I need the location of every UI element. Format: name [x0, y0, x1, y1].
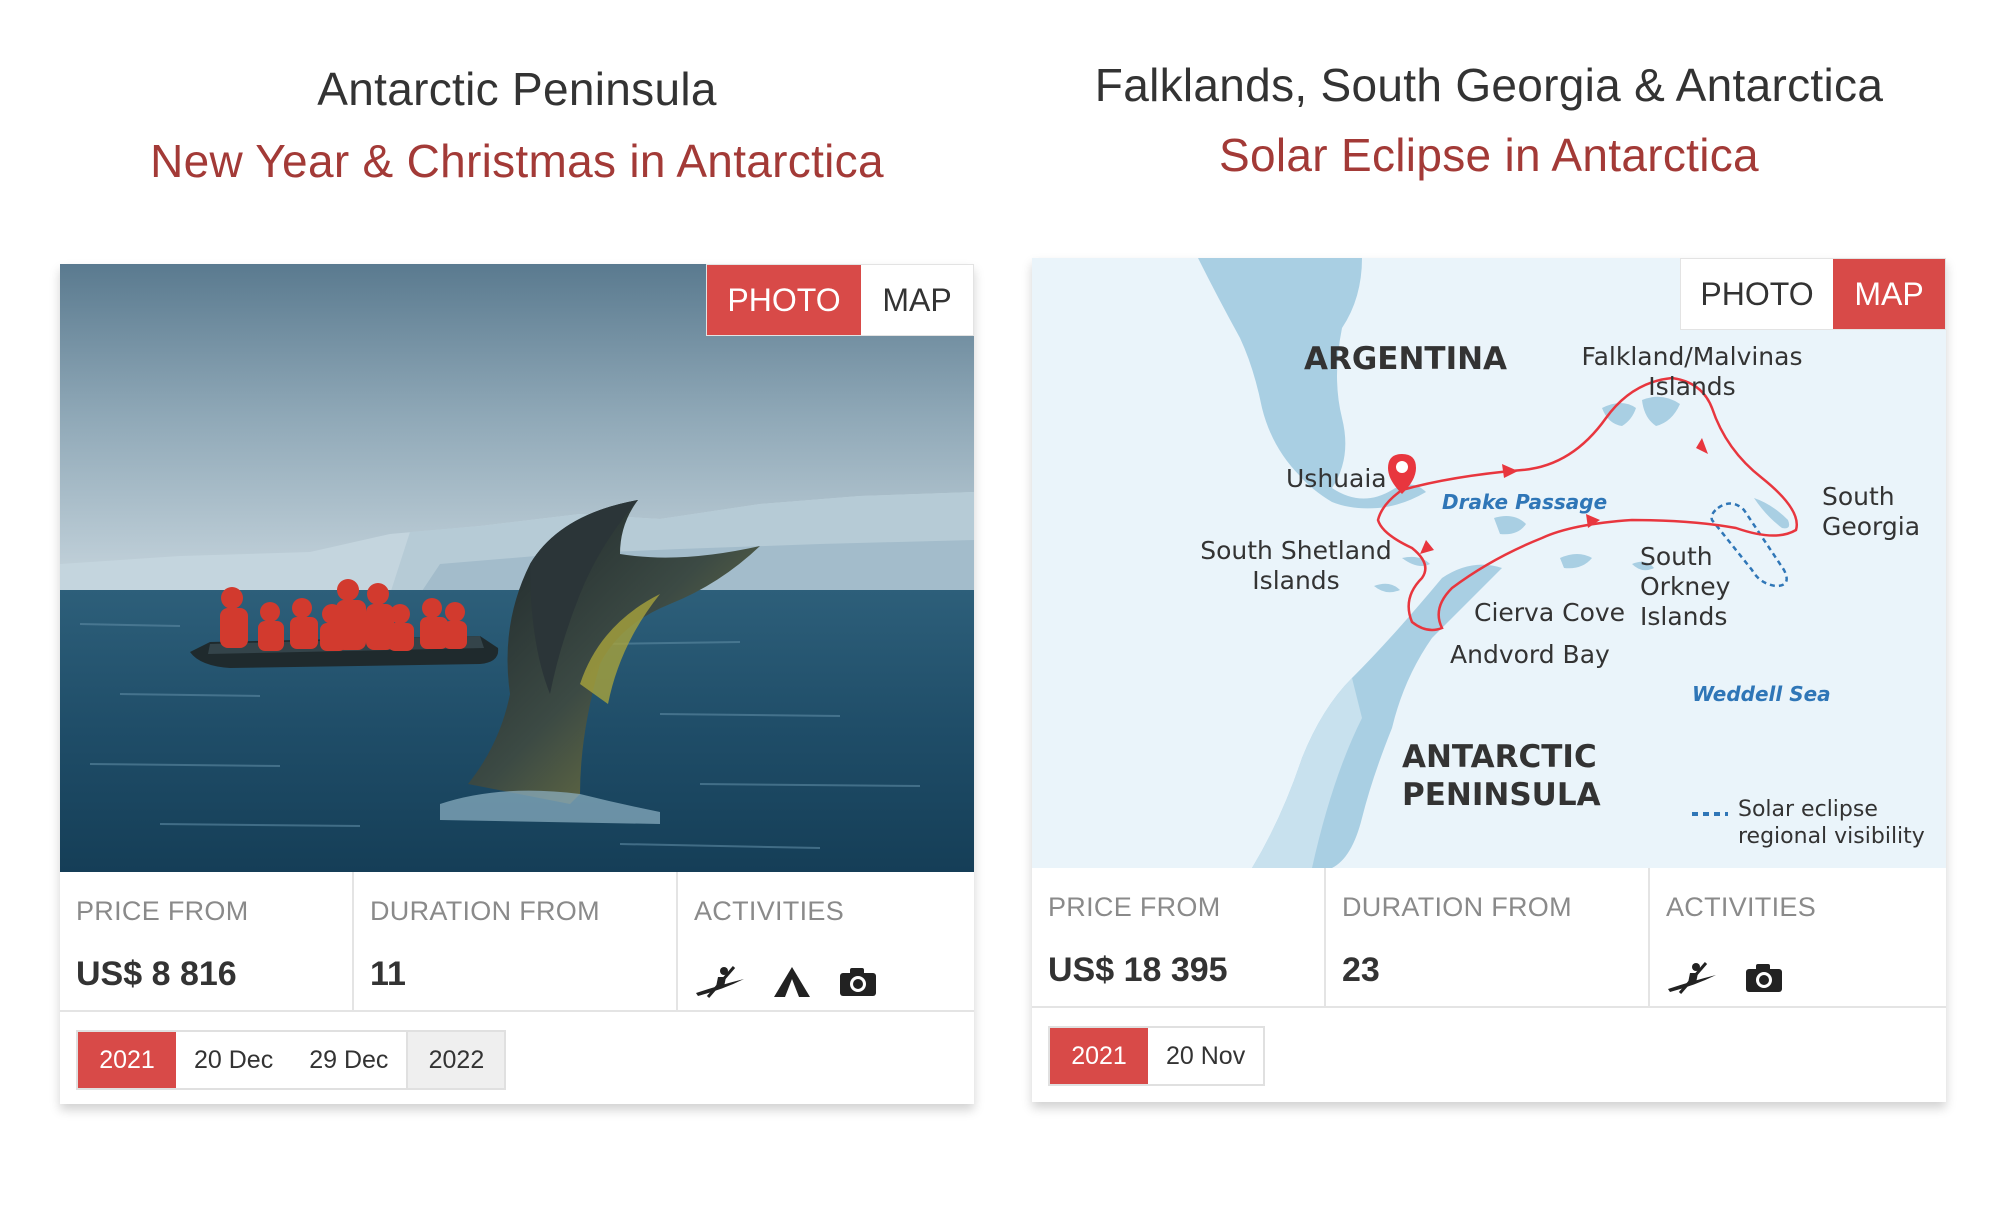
- media-toggle: PHOTO MAP: [1680, 258, 1946, 330]
- trip-info-row: PRICE FROM US$ 18 395 DURATION FROM 23 A…: [1032, 868, 1946, 1008]
- price-label: PRICE FROM: [76, 896, 249, 926]
- media-toggle: PHOTO MAP: [706, 264, 974, 336]
- trip-card: ARGENTINA Falkland/Malvinas Islands Ushu…: [1032, 258, 1946, 1102]
- camping-icon: [774, 967, 810, 997]
- activities-label: ACTIVITIES: [1666, 892, 1817, 922]
- map-label-falklands: Falkland/Malvinas Islands: [1581, 342, 1803, 401]
- departure-dates: 2021 20 Nov: [1048, 1026, 1266, 1086]
- map-label-antarctic-peninsula: ANTARCTIC PENINSULA: [1402, 739, 1601, 813]
- map-label-south-georgia: South Georgia: [1822, 482, 1921, 541]
- activities-cell: ACTIVITIES: [678, 872, 974, 1012]
- whale-tail-photo: [60, 264, 974, 872]
- map-tab[interactable]: MAP: [1833, 259, 1945, 329]
- map-label-weddell-sea: Weddell Sea: [1692, 682, 1831, 706]
- price-cell: PRICE FROM US$ 18 395: [1032, 868, 1326, 1008]
- trip-card: PHOTO MAP PRICE FROM US$ 8 816 DURATION …: [60, 264, 974, 1104]
- trip-info-row: PRICE FROM US$ 8 816 DURATION FROM 11 AC…: [60, 872, 974, 1012]
- map-label-argentina: ARGENTINA: [1304, 341, 1508, 377]
- duration-label: DURATION FROM: [1342, 892, 1572, 922]
- price-value: US$ 8 816: [76, 955, 237, 993]
- trip-photo: [60, 264, 974, 872]
- map-label-south-shetland: South Shetland Islands: [1200, 536, 1392, 595]
- trip-region-title: Falklands, South Georgia & Antarctica: [1094, 59, 1884, 111]
- photo-tab[interactable]: PHOTO: [707, 265, 861, 335]
- year-tab-2021[interactable]: 2021: [1050, 1028, 1148, 1084]
- year-tab-2022[interactable]: 2022: [406, 1032, 505, 1088]
- activities-cell: ACTIVITIES: [1650, 868, 1946, 1008]
- duration-label: DURATION FROM: [370, 896, 600, 926]
- map-label-andvord-bay: Andvord Bay: [1450, 640, 1610, 669]
- map-label-ushuaia: Ushuaia: [1286, 464, 1387, 493]
- map-label-drake-passage: Drake Passage: [1442, 490, 1608, 514]
- map-legend-solar-eclipse: Solar eclipse regional visibility: [1738, 797, 1925, 849]
- year-tab-2021[interactable]: 2021: [78, 1032, 176, 1088]
- duration-value: 23: [1342, 951, 1380, 989]
- trip-name-link[interactable]: Solar Eclipse in Antarctica: [1002, 128, 1976, 182]
- departure-date-option[interactable]: 20 Dec: [176, 1032, 292, 1088]
- trip-region-title: Antarctic Peninsula: [317, 63, 717, 115]
- kayak-icon: [1668, 962, 1716, 994]
- duration-cell: DURATION FROM 11: [354, 872, 678, 1012]
- departure-date-option[interactable]: 20 Nov: [1148, 1028, 1264, 1084]
- duration-cell: DURATION FROM 23: [1326, 868, 1650, 1008]
- map-label-south-orkney: South Orkney Islands: [1640, 542, 1731, 631]
- activities-label: ACTIVITIES: [694, 896, 845, 926]
- price-value: US$ 18 395: [1048, 951, 1228, 989]
- kayak-icon: [696, 966, 744, 998]
- camera-icon: [840, 968, 876, 996]
- duration-value: 11: [370, 955, 406, 993]
- departure-dates: 2021 20 Dec 29 Dec 2022: [76, 1030, 507, 1090]
- photo-tab[interactable]: PHOTO: [1681, 259, 1833, 329]
- map-tab[interactable]: MAP: [861, 265, 973, 335]
- departure-date-option[interactable]: 29 Dec: [291, 1032, 407, 1088]
- camera-icon: [1746, 964, 1782, 992]
- trip-name-link[interactable]: New Year & Christmas in Antarctica: [40, 134, 994, 188]
- map-label-cierva-cove: Cierva Cove: [1474, 598, 1626, 627]
- price-label: PRICE FROM: [1048, 892, 1221, 922]
- trip-route-map: ARGENTINA Falkland/Malvinas Islands Ushu…: [1032, 258, 1946, 868]
- price-cell: PRICE FROM US$ 8 816: [60, 872, 354, 1012]
